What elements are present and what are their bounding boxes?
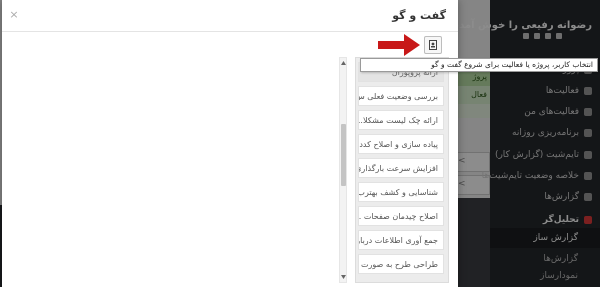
list-item[interactable]: شناسایی و کشف بهترب...: [358, 182, 444, 202]
scroll-thumb[interactable]: [341, 124, 346, 186]
scroll-down-icon[interactable]: [341, 274, 346, 280]
chat-modal: گفت و گو × ارائه پروپوزال بررسی وضعیت فعل…: [2, 0, 458, 287]
close-icon[interactable]: ×: [8, 9, 20, 21]
list-item[interactable]: پیاده سازی و اصلاح کدد...: [358, 134, 444, 154]
red-arrow-icon: [378, 34, 420, 56]
modal-header: گفت و گو ×: [2, 0, 458, 32]
modal-title: گفت و گو: [392, 9, 446, 22]
select-entity-icon: [429, 40, 437, 50]
list-item[interactable]: طراحی طرح به صورت ک...: [358, 254, 444, 274]
scroll-up-icon[interactable]: [341, 60, 346, 66]
list-item[interactable]: جمع آوری اطلاعات دربار...: [358, 230, 444, 250]
list-scrollbar[interactable]: [339, 57, 347, 283]
list-item[interactable]: ارائه چک لیست مشکلا...: [358, 110, 444, 130]
activity-list: ارائه پروپوزالبررسی وضعیت فعلی س...ارائه…: [355, 57, 449, 283]
list-item[interactable]: اصلاح چیدمان صفحات ...: [358, 206, 444, 226]
list-item[interactable]: افزایش سرعت بارگذاری ...: [358, 158, 444, 178]
list-item[interactable]: بررسی وضعیت فعلی س...: [358, 86, 444, 106]
select-chat-target-button[interactable]: [424, 36, 442, 54]
select-button-tooltip: انتخاب کاربر، پروژه یا فعالیت برای شروع …: [360, 58, 598, 72]
